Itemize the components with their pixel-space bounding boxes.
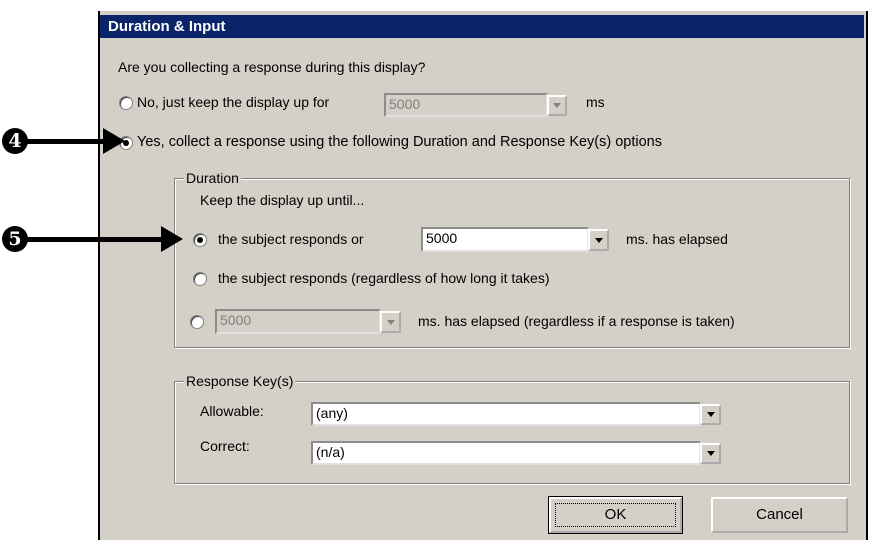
chevron-down-icon (594, 237, 603, 243)
duration-legend: Duration (184, 169, 241, 187)
collect-response-label: Yes, collect a response using the follow… (137, 134, 662, 150)
dialog-title: Duration & Input (100, 15, 864, 38)
allowable-dropdown[interactable] (700, 404, 721, 425)
chevron-down-icon (553, 103, 561, 108)
display-duration-dropdown[interactable] (547, 95, 567, 116)
annotation-5-arrow-line (27, 237, 167, 242)
ok-button[interactable]: OK (548, 496, 683, 534)
allowable-field[interactable]: (any) (311, 402, 701, 426)
fixed-duration-dropdown[interactable] (380, 311, 401, 333)
duration-prompt: Keep the display up until... (200, 192, 365, 208)
focus-rect (555, 503, 676, 527)
response-keys-group (174, 381, 850, 484)
radio-no-response[interactable] (119, 96, 133, 110)
annotation-4-badge: 4 (2, 128, 28, 154)
radio-fixed-duration[interactable] (190, 315, 204, 329)
correct-label: Correct: (200, 438, 250, 454)
timeout-suffix: ms. has elapsed (626, 231, 728, 247)
fixed-duration-suffix: ms. has elapsed (regardless if a respons… (418, 313, 735, 329)
radio-responds-regardless[interactable] (193, 272, 207, 286)
timeout-dropdown[interactable] (588, 229, 609, 251)
timeout-field[interactable]: 5000 (421, 227, 589, 252)
response-keys-legend: Response Key(s) (184, 372, 296, 390)
chevron-down-icon (706, 451, 715, 456)
responds-regardless-label: the subject responds (regardless of how … (218, 270, 550, 286)
correct-dropdown[interactable] (700, 443, 721, 464)
no-response-label: No, just keep the display up for (137, 94, 330, 110)
display-duration-unit: ms (586, 94, 605, 110)
annotation-4-arrow-icon (103, 128, 125, 154)
cancel-button[interactable]: Cancel (711, 497, 848, 533)
radio-responds-or-elapsed[interactable] (193, 233, 207, 247)
chevron-down-icon (386, 319, 395, 325)
responds-or-label: the subject responds or (218, 231, 364, 247)
annotation-4-arrow-line (27, 139, 109, 144)
annotation-5-arrow-icon (161, 226, 183, 252)
display-duration-field[interactable]: 5000 (384, 93, 548, 117)
response-question: Are you collecting a response during thi… (118, 59, 426, 75)
correct-field[interactable]: (n/a) (311, 441, 701, 465)
fixed-duration-field[interactable]: 5000 (215, 309, 381, 334)
chevron-down-icon (706, 412, 715, 417)
annotation-5-badge: 5 (2, 226, 28, 252)
allowable-label: Allowable: (200, 403, 264, 419)
